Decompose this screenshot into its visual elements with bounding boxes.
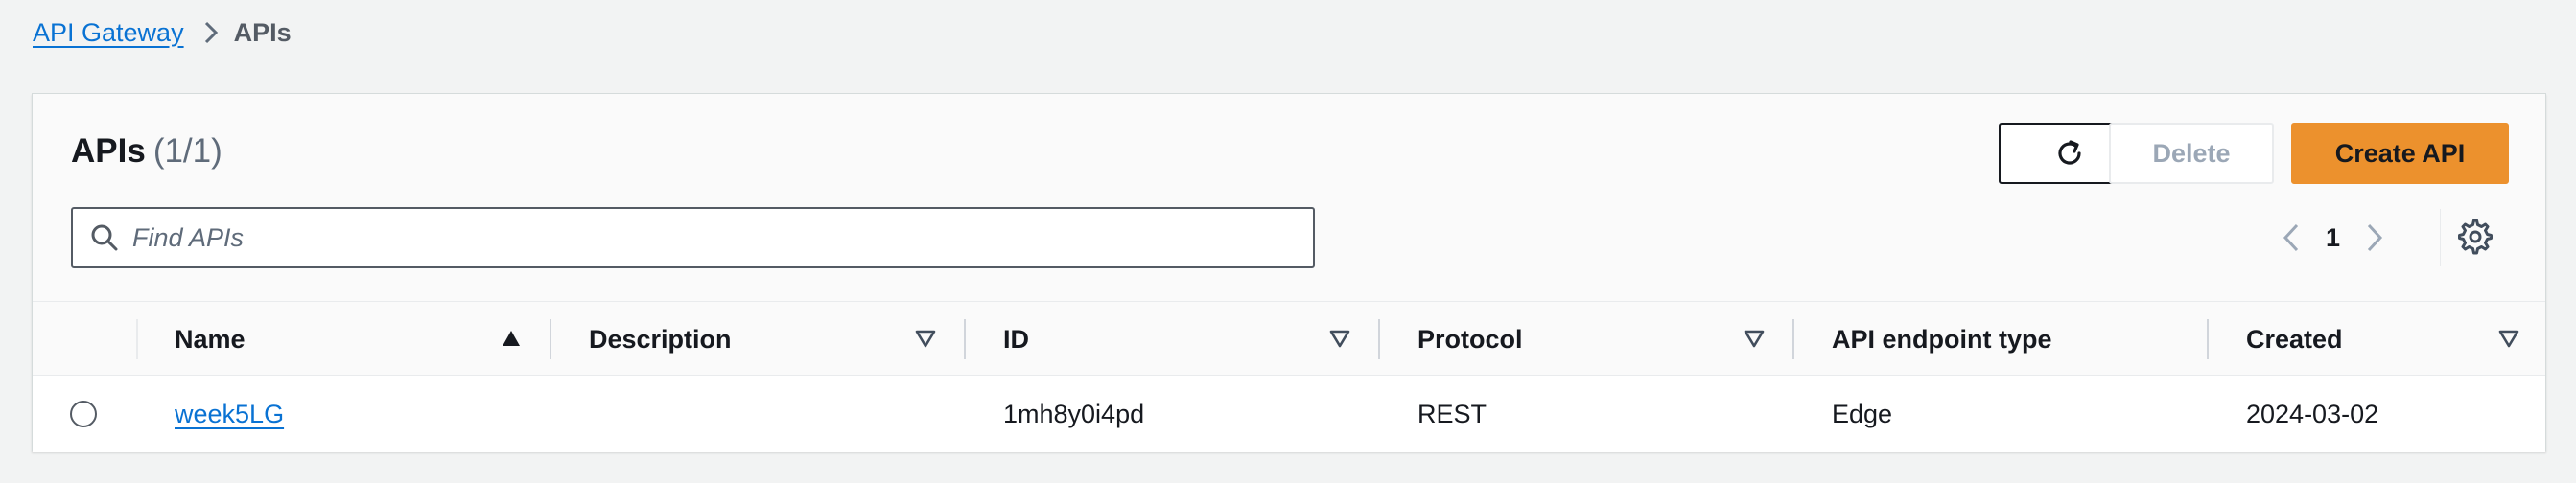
sort-icon[interactable] bbox=[1328, 329, 1351, 348]
chevron-right-icon bbox=[203, 20, 219, 45]
column-divider[interactable] bbox=[550, 319, 551, 359]
create-api-button[interactable]: Create API bbox=[2291, 123, 2509, 184]
apis-table: Name Description ID Protocol API endpoin… bbox=[33, 301, 2545, 452]
column-header-id[interactable]: ID bbox=[1003, 302, 1029, 377]
pagination: 1 bbox=[2282, 217, 2384, 259]
row-select-radio[interactable] bbox=[70, 401, 97, 427]
api-id: 1mh8y0i4pd bbox=[1003, 399, 1145, 428]
breadcrumb: API Gateway APIs bbox=[33, 15, 292, 50]
api-endpoint-type: Edge bbox=[1832, 399, 1893, 428]
column-divider[interactable] bbox=[1792, 319, 1794, 359]
column-header-description[interactable]: Description bbox=[589, 302, 732, 377]
chevron-left-icon[interactable] bbox=[2282, 222, 2301, 253]
breadcrumb-api-gateway-link[interactable]: API Gateway bbox=[33, 18, 184, 48]
refresh-icon bbox=[2052, 136, 2087, 171]
sort-ascending-icon[interactable] bbox=[501, 329, 522, 348]
column-header-endpoint-type[interactable]: API endpoint type bbox=[1832, 302, 2052, 377]
column-header-created[interactable]: Created bbox=[2246, 302, 2343, 377]
search-input[interactable] bbox=[132, 222, 1235, 253]
table-row[interactable]: week5LG 1mh8y0i4pd REST Edge 2024-03-02 bbox=[33, 376, 2545, 452]
column-divider bbox=[136, 319, 138, 359]
column-header-protocol[interactable]: Protocol bbox=[1417, 302, 1523, 377]
sort-icon[interactable] bbox=[914, 329, 937, 348]
column-divider[interactable] bbox=[2207, 319, 2209, 359]
panel-title-text: APIs bbox=[71, 132, 146, 170]
search-icon bbox=[90, 223, 119, 252]
table-header: Name Description ID Protocol API endpoin… bbox=[33, 301, 2545, 376]
api-protocol: REST bbox=[1417, 399, 1487, 428]
apis-panel: APIs(1/1) Delete Create API 1 bbox=[32, 93, 2546, 452]
page-number[interactable]: 1 bbox=[2326, 223, 2340, 253]
sort-icon[interactable] bbox=[2497, 329, 2520, 348]
search-field bbox=[71, 207, 1315, 268]
delete-button[interactable]: Delete bbox=[2109, 123, 2274, 184]
pager-divider bbox=[2440, 209, 2441, 266]
chevron-right-icon[interactable] bbox=[2365, 222, 2384, 253]
panel-count: (1/1) bbox=[152, 132, 222, 170]
page-title: APIs (1/1) bbox=[71, 132, 222, 171]
api-name-link[interactable]: week5LG bbox=[175, 400, 284, 429]
sort-icon[interactable] bbox=[1743, 329, 1766, 348]
column-divider[interactable] bbox=[964, 319, 966, 359]
api-created: 2024-03-02 bbox=[2246, 399, 2379, 428]
column-header-name[interactable]: Name bbox=[175, 302, 246, 377]
column-divider[interactable] bbox=[1378, 319, 1380, 359]
breadcrumb-current: APIs bbox=[233, 17, 292, 47]
gear-icon[interactable] bbox=[2457, 218, 2494, 255]
